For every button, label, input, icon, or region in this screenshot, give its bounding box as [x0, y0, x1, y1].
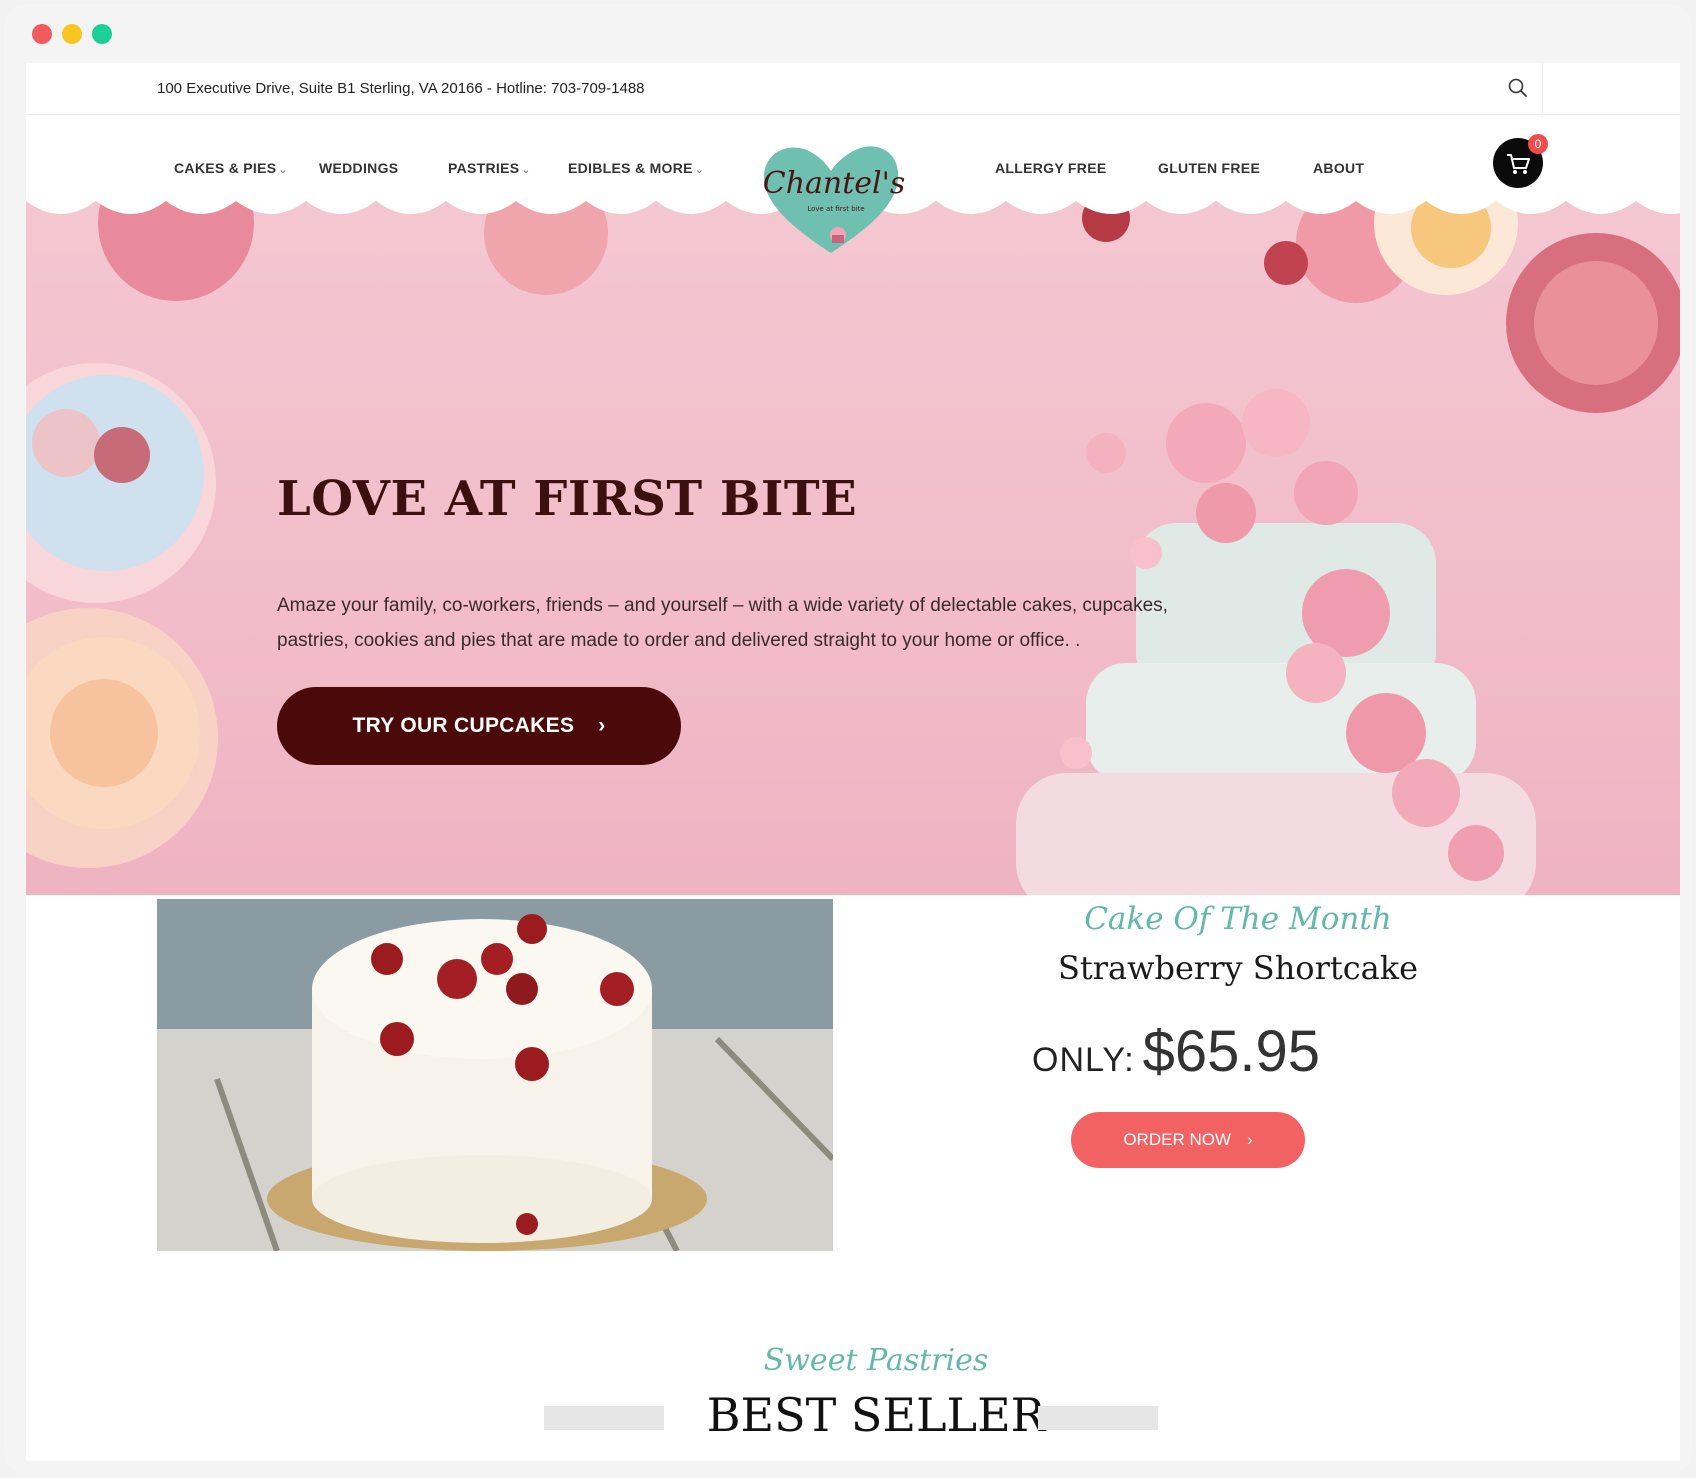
nav-label: WEDDINGS: [319, 160, 399, 176]
nav-edibles-more[interactable]: EDIBLES & MORE ⌄: [568, 160, 704, 176]
cake-name: Strawberry Shortcake: [1057, 949, 1419, 987]
hero-banner: [26, 193, 1680, 895]
divider-bar-left: [544, 1406, 664, 1430]
address-hotline: 100 Executive Drive, Suite B1 Sterling, …: [157, 80, 645, 97]
window-controls: [32, 24, 112, 44]
logo-tagline: Love at first bite: [807, 205, 864, 213]
nav-label: EDIBLES & MORE: [568, 160, 693, 176]
price-amount: $65.95: [1142, 1019, 1321, 1084]
nav-gluten-free[interactable]: GLUTEN FREE: [1158, 160, 1260, 176]
cta-label: TRY OUR CUPCAKES: [352, 714, 575, 737]
logo[interactable]: Chantel's Love at first bite: [756, 135, 906, 257]
nav-label: ALLERGY FREE: [995, 160, 1107, 176]
divider-bar-right: [1038, 1406, 1158, 1430]
nav-label: GLUTEN FREE: [1158, 160, 1261, 176]
chevron-down-icon: ⌄: [521, 164, 531, 176]
nav-weddings[interactable]: WEDDINGS: [319, 160, 398, 176]
nav-label: ABOUT: [1313, 160, 1365, 176]
minimize-dot[interactable]: [62, 24, 82, 44]
top-bar: 100 Executive Drive, Suite B1 Sterling, …: [26, 63, 1680, 115]
hero-background-art: [26, 193, 1680, 895]
nav-allergy-free[interactable]: ALLERGY FREE: [995, 160, 1106, 176]
cake-of-month-photo[interactable]: [157, 899, 833, 1251]
chevron-right-icon: ›: [1247, 1130, 1253, 1149]
cart-count-badge: 0: [1528, 134, 1548, 154]
close-dot[interactable]: [32, 24, 52, 44]
hero-description: Amaze your family, co-workers, friends –…: [277, 595, 1168, 651]
maximize-dot[interactable]: [92, 24, 112, 44]
order-label: ORDER NOW: [1123, 1130, 1231, 1149]
chevron-down-icon: ⌄: [278, 164, 288, 176]
nav-label: PASTRIES: [448, 160, 520, 176]
search-icon[interactable]: [1506, 76, 1530, 100]
sweet-pastries-heading: Sweet Pastries: [763, 1343, 989, 1378]
nav-label: CAKES & PIES: [174, 160, 277, 176]
top-bar-divider: [1542, 63, 1543, 114]
logo-text: Chantel's: [763, 166, 906, 201]
order-now-button[interactable]: ORDER NOW ›: [1071, 1112, 1305, 1168]
only-label: ONLY:: [1032, 1041, 1135, 1079]
cake-of-month-heading: Cake Of The Month: [1084, 901, 1392, 937]
try-cupcakes-button[interactable]: TRY OUR CUPCAKES ›: [277, 687, 681, 765]
chevron-down-icon: ⌄: [694, 164, 705, 176]
web-page: 100 Executive Drive, Suite B1 Sterling, …: [26, 63, 1680, 1461]
nav-pastries[interactable]: PASTRIES ⌄: [448, 160, 531, 176]
hero-title: LOVE AT FIRST BITE: [277, 471, 858, 527]
nav-cakes-pies[interactable]: CAKES & PIES ⌄: [174, 160, 288, 176]
best-seller-title: BEST SELLER: [706, 1388, 1046, 1442]
price-block: ONLY: $65.95: [1032, 1018, 1320, 1085]
chevron-right-icon: ›: [598, 714, 606, 737]
browser-window: 100 Executive Drive, Suite B1 Sterling, …: [4, 4, 1692, 1474]
nav-about[interactable]: ABOUT: [1313, 160, 1364, 176]
